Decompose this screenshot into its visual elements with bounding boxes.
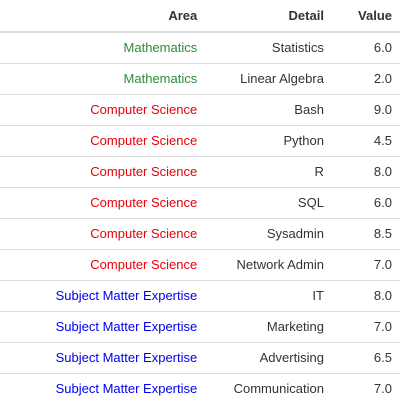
area-cell: Computer Science — [0, 250, 205, 281]
area-cell: Subject Matter Expertise — [0, 374, 205, 404]
area-cell: Computer Science — [0, 95, 205, 126]
detail-cell: Sysadmin — [205, 219, 332, 250]
detail-cell: Communication — [205, 374, 332, 404]
table-header: Area Detail Value — [0, 0, 400, 32]
area-cell: Subject Matter Expertise — [0, 312, 205, 343]
detail-cell: Marketing — [205, 312, 332, 343]
value-cell: 9.0 — [332, 95, 400, 126]
detail-cell: Bash — [205, 95, 332, 126]
table-row: Computer Science Bash 9.0 — [0, 95, 400, 126]
skills-table: Area Detail Value Mathematics Statistics… — [0, 0, 400, 404]
table-row: Mathematics Linear Algebra 2.0 — [0, 64, 400, 95]
table-row: Computer Science Python 4.5 — [0, 126, 400, 157]
area-cell: Computer Science — [0, 126, 205, 157]
value-cell: 6.5 — [332, 343, 400, 374]
value-cell: 7.0 — [332, 250, 400, 281]
area-cell: Mathematics — [0, 32, 205, 64]
detail-cell: SQL — [205, 188, 332, 219]
value-cell: 8.0 — [332, 281, 400, 312]
table-body: Mathematics Statistics 6.0 Mathematics L… — [0, 32, 400, 404]
table-row: Mathematics Statistics 6.0 — [0, 32, 400, 64]
table-row: Subject Matter Expertise Communication 7… — [0, 374, 400, 404]
header-detail[interactable]: Detail — [205, 0, 332, 32]
value-cell: 7.0 — [332, 374, 400, 404]
value-cell: 6.0 — [332, 32, 400, 64]
header-area[interactable]: Area — [0, 0, 205, 32]
area-cell: Mathematics — [0, 64, 205, 95]
table-row: Subject Matter Expertise Marketing 7.0 — [0, 312, 400, 343]
value-cell: 2.0 — [332, 64, 400, 95]
table-row: Subject Matter Expertise IT 8.0 — [0, 281, 400, 312]
detail-cell: Statistics — [205, 32, 332, 64]
table-row: Computer Science Network Admin 7.0 — [0, 250, 400, 281]
area-cell: Computer Science — [0, 157, 205, 188]
detail-cell: R — [205, 157, 332, 188]
value-cell: 7.0 — [332, 312, 400, 343]
value-cell: 8.5 — [332, 219, 400, 250]
table-row: Computer Science R 8.0 — [0, 157, 400, 188]
table-row: Subject Matter Expertise Advertising 6.5 — [0, 343, 400, 374]
area-cell: Computer Science — [0, 188, 205, 219]
area-cell: Computer Science — [0, 219, 205, 250]
detail-cell: Advertising — [205, 343, 332, 374]
table-row: Computer Science Sysadmin 8.5 — [0, 219, 400, 250]
table-row: Computer Science SQL 6.0 — [0, 188, 400, 219]
header-row: Area Detail Value — [0, 0, 400, 32]
detail-cell: Linear Algebra — [205, 64, 332, 95]
value-cell: 4.5 — [332, 126, 400, 157]
area-cell: Subject Matter Expertise — [0, 281, 205, 312]
detail-cell: Network Admin — [205, 250, 332, 281]
header-value[interactable]: Value — [332, 0, 400, 32]
value-cell: 6.0 — [332, 188, 400, 219]
detail-cell: Python — [205, 126, 332, 157]
value-cell: 8.0 — [332, 157, 400, 188]
detail-cell: IT — [205, 281, 332, 312]
area-cell: Subject Matter Expertise — [0, 343, 205, 374]
